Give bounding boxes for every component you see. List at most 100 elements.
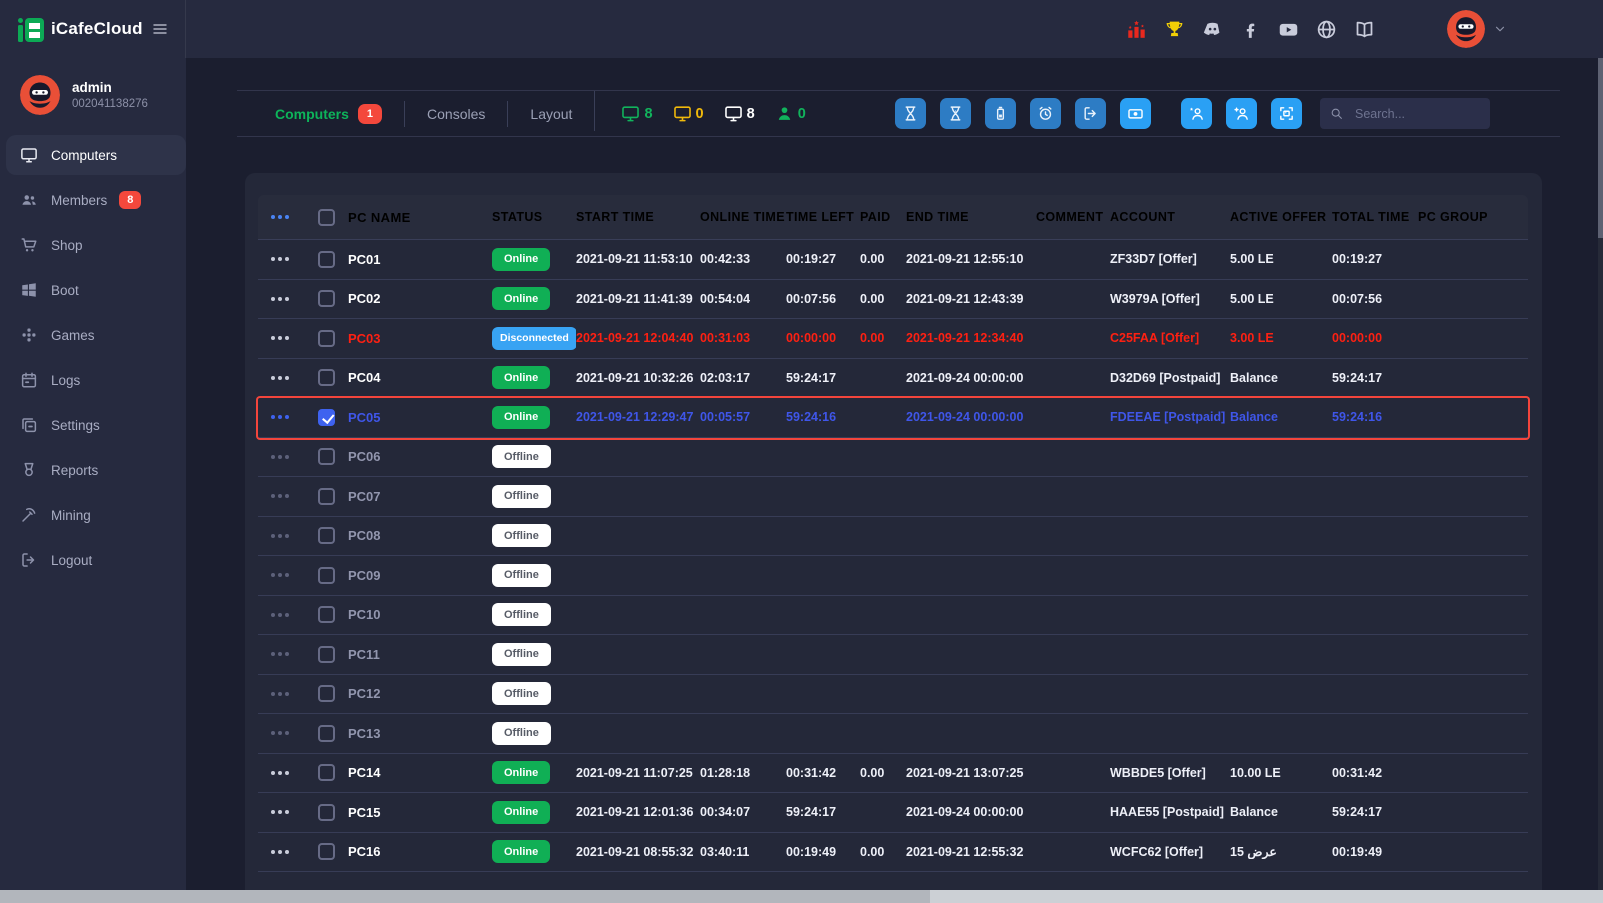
table-row-pc08[interactable]: PC08Offline — [258, 517, 1528, 557]
row-checkbox[interactable] — [318, 251, 335, 268]
table-row-pc10[interactable]: PC10Offline — [258, 596, 1528, 636]
hourglass-add-button[interactable] — [940, 98, 971, 129]
row-checkbox[interactable] — [318, 488, 335, 505]
user-avatar[interactable] — [1447, 10, 1485, 48]
end-cell: 2021-09-21 13:07:25 — [906, 766, 1036, 780]
sidebar-item-reports[interactable]: Reports — [6, 450, 186, 490]
trophy-icon[interactable] — [1164, 19, 1185, 40]
docs-icon[interactable] — [1354, 19, 1375, 40]
sidebar-item-mining[interactable]: Mining — [6, 495, 186, 535]
menu-toggle-icon[interactable] — [149, 21, 171, 37]
row-actions-menu[interactable] — [270, 415, 291, 419]
pc-name: PC03 — [348, 331, 381, 346]
row-checkbox[interactable] — [318, 685, 335, 702]
horizontal-scrollbar[interactable] — [0, 890, 1603, 903]
table-row-pc12[interactable]: PC12Offline — [258, 675, 1528, 715]
sidebar-nav: Computers Members8 Shop Boot Games Logs Settin… — [0, 135, 186, 580]
row-checkbox[interactable] — [318, 725, 335, 742]
alarm-button[interactable] — [1030, 98, 1061, 129]
tab-label: Consoles — [427, 106, 485, 122]
table-row-pc13[interactable]: PC13Offline — [258, 714, 1528, 754]
sidebar-item-games[interactable]: Games — [6, 315, 186, 355]
row-actions-menu[interactable] — [270, 297, 291, 301]
paid-cell: 0.00 — [860, 292, 906, 306]
row-actions-menu[interactable] — [270, 771, 291, 775]
row-actions-menu[interactable] — [270, 652, 291, 656]
row-checkbox[interactable] — [318, 646, 335, 663]
row-actions-menu[interactable] — [270, 613, 291, 617]
row-actions-menu[interactable] — [270, 534, 291, 538]
row-checkbox[interactable] — [318, 448, 335, 465]
table-row-pc16[interactable]: PC16Online2021-09-21 08:55:3203:40:1100:… — [258, 833, 1528, 873]
row-checkbox[interactable] — [318, 330, 335, 347]
row-actions-menu[interactable] — [270, 376, 291, 380]
sidebar-item-logout[interactable]: Logout — [6, 540, 186, 580]
screenshot-button[interactable] — [1271, 98, 1302, 129]
sidebar-item-shop[interactable]: Shop — [6, 225, 186, 265]
table-row-pc15[interactable]: PC15Online2021-09-21 12:01:3600:34:0759:… — [258, 793, 1528, 833]
account-menu[interactable] — [1447, 10, 1507, 48]
tab-computers[interactable]: Computers1 — [253, 91, 404, 136]
table-row-pc09[interactable]: PC09Offline — [258, 556, 1528, 596]
row-checkbox[interactable] — [318, 567, 335, 584]
vertical-scrollbar-thumb[interactable] — [1598, 58, 1603, 238]
sidebar-item-members[interactable]: Members8 — [6, 180, 186, 220]
checkout-button[interactable] — [1075, 98, 1106, 129]
sidebar-item-logs[interactable]: Logs — [6, 360, 186, 400]
actions-cell — [258, 692, 302, 696]
row-checkbox[interactable] — [318, 209, 335, 226]
row-actions-menu[interactable] — [270, 257, 291, 261]
row-checkbox[interactable] — [318, 764, 335, 781]
chevron-down-icon[interactable] — [1493, 22, 1507, 36]
online-cell: 00:31:03 — [700, 331, 786, 345]
table-row-pc05[interactable]: PC05Online2021-09-21 12:29:4700:05:5759:… — [258, 398, 1528, 438]
search-input[interactable] — [1353, 106, 1480, 122]
youtube-icon[interactable] — [1278, 19, 1299, 40]
row-checkbox[interactable] — [318, 409, 335, 426]
sidebar-item-computers[interactable]: Computers — [6, 135, 186, 175]
pc-name-cell: PC02 — [302, 290, 480, 307]
table-row-pc01[interactable]: PC01Online2021-09-21 11:53:1000:42:3300:… — [258, 240, 1528, 280]
horizontal-scrollbar-thumb[interactable] — [0, 890, 930, 903]
row-actions-menu[interactable] — [270, 810, 291, 814]
globe-icon[interactable] — [1316, 19, 1337, 40]
tab-consoles[interactable]: Consoles — [405, 91, 507, 136]
sidebar-item-settings[interactable]: Settings — [6, 405, 186, 445]
row-actions-menu[interactable] — [270, 455, 291, 459]
tab-layout[interactable]: Layout — [508, 91, 594, 136]
status-badge: Offline — [492, 643, 551, 666]
add-guest-button[interactable] — [1181, 98, 1212, 129]
discord-icon[interactable] — [1202, 19, 1223, 40]
row-checkbox[interactable] — [318, 843, 335, 860]
table-row-pc03[interactable]: PC03Disconnected2021-09-21 12:04:4000:31… — [258, 319, 1528, 359]
table-row-pc14[interactable]: PC14Online2021-09-21 11:07:2501:28:1800:… — [258, 754, 1528, 794]
row-actions-menu[interactable] — [270, 573, 291, 577]
row-checkbox[interactable] — [318, 369, 335, 386]
add-member-button[interactable] — [1226, 98, 1257, 129]
sidebar-item-label: Shop — [51, 238, 83, 253]
row-checkbox[interactable] — [318, 606, 335, 623]
ranking-icon[interactable] — [1126, 19, 1147, 40]
row-checkbox[interactable] — [318, 804, 335, 821]
search-box[interactable] — [1320, 98, 1490, 129]
table-row-pc06[interactable]: PC06Offline — [258, 438, 1528, 478]
sidebar-item-boot[interactable]: Boot — [6, 270, 186, 310]
table-row-pc04[interactable]: PC04Online2021-09-21 10:32:2602:03:1759:… — [258, 359, 1528, 399]
battery-button[interactable] — [985, 98, 1016, 129]
hourglass-button[interactable] — [895, 98, 926, 129]
row-actions-menu[interactable] — [270, 731, 291, 735]
vertical-scrollbar[interactable] — [1598, 58, 1603, 890]
table-row-pc07[interactable]: PC07Offline — [258, 477, 1528, 517]
row-actions-menu[interactable] — [270, 494, 291, 498]
row-actions-menu[interactable] — [270, 215, 291, 219]
row-actions-menu[interactable] — [270, 850, 291, 854]
dot — [285, 850, 289, 854]
row-actions-menu[interactable] — [270, 336, 291, 340]
table-row-pc11[interactable]: PC11Offline — [258, 635, 1528, 675]
row-actions-menu[interactable] — [270, 692, 291, 696]
table-row-pc02[interactable]: PC02Online2021-09-21 11:41:3900:54:0400:… — [258, 280, 1528, 320]
cash-button[interactable] — [1120, 98, 1151, 129]
row-checkbox[interactable] — [318, 527, 335, 544]
row-checkbox[interactable] — [318, 290, 335, 307]
facebook-icon[interactable] — [1240, 19, 1261, 40]
